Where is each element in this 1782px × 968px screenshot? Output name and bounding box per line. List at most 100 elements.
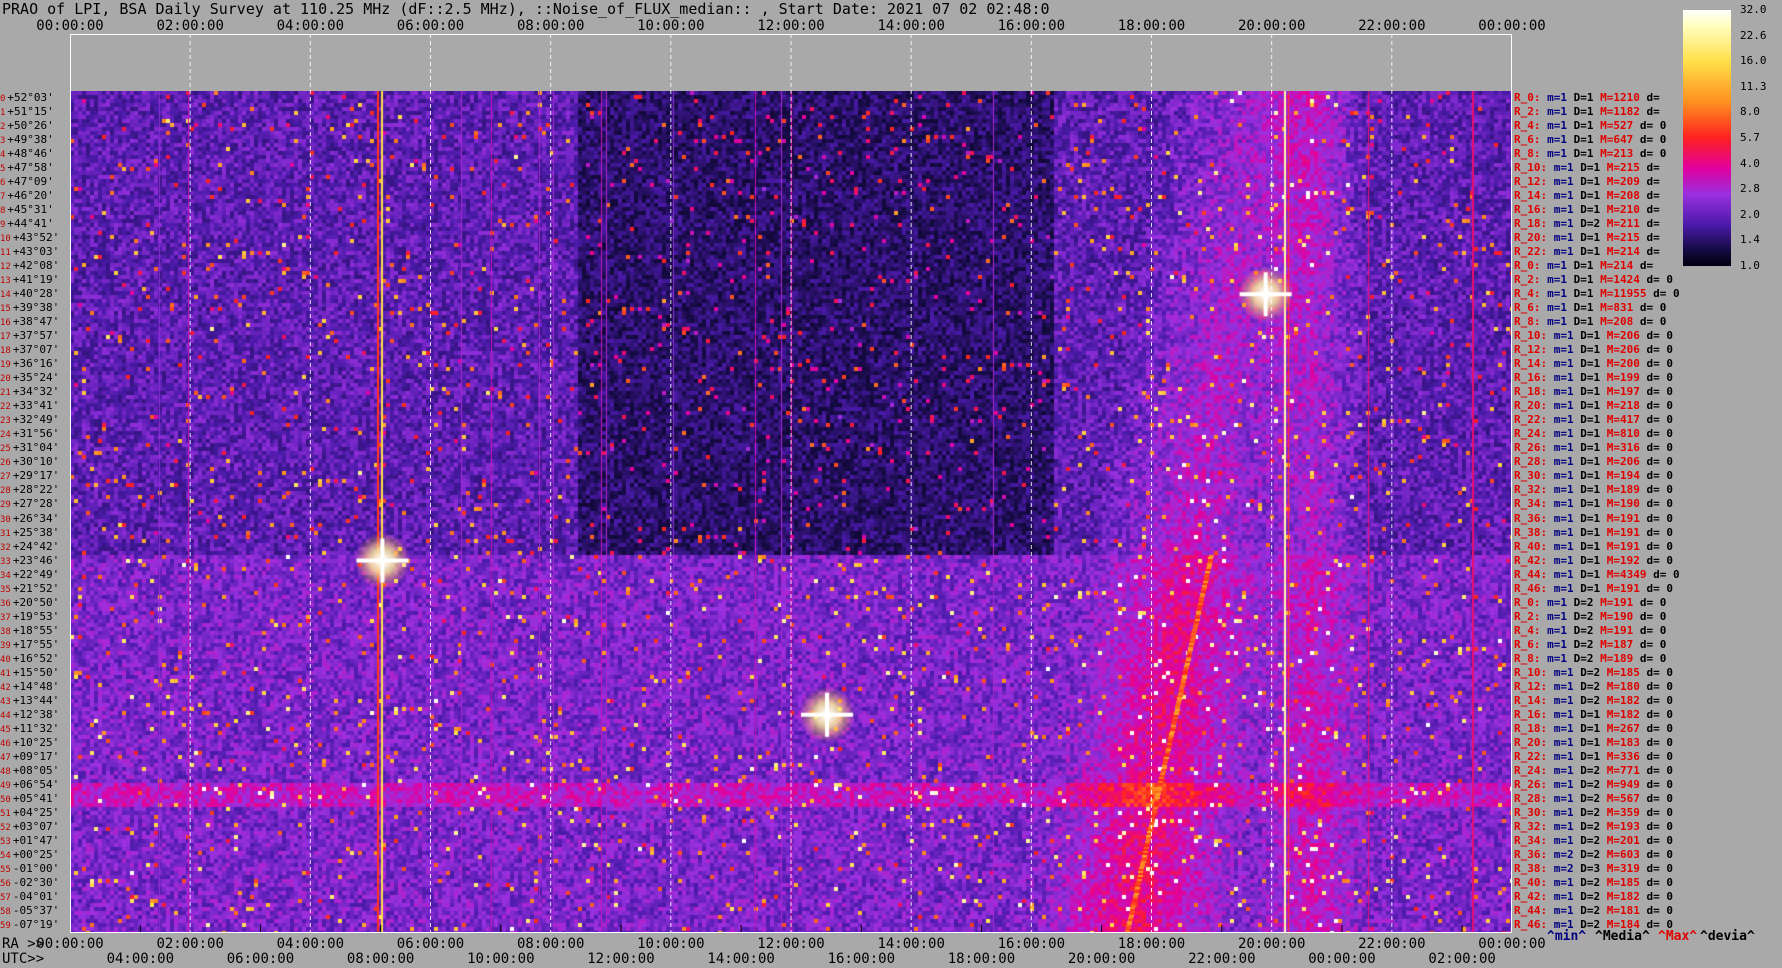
row-index: 24 (0, 430, 11, 441)
row-stat-dev: d= (1646, 231, 1660, 245)
row-index: 58 (0, 906, 11, 917)
ra-axis-tick: 12:00:00 (757, 936, 825, 952)
row-index: 33 (0, 556, 11, 567)
declination-value: +52°03' (7, 91, 54, 104)
row-stat-M: M=1182 (1600, 105, 1640, 119)
row-stat-r: R_6: (1514, 637, 1541, 651)
row-stat-M: M=190 (1606, 497, 1640, 511)
row-stat-r: R_38: (1514, 525, 1548, 539)
declination-label: 51 +04°25' (0, 806, 59, 821)
legend-median: ^Media^ (1595, 929, 1650, 944)
declination-value: +48°46' (7, 147, 54, 161)
row-stat-d: D=2 (1580, 217, 1601, 231)
row-stat-m: m=1 (1553, 441, 1574, 455)
declination-value: +44°41' (7, 217, 54, 231)
row-stat-label: R_14: m=1 D=1 M=200 d= 0 (1514, 357, 1673, 370)
row-index: 39 (0, 640, 11, 651)
row-stat-m: m=1 (1553, 189, 1574, 203)
row-stat-r: R_20: (1514, 399, 1548, 413)
row-stat-M: M=206 (1606, 343, 1640, 357)
row-stat-label: R_8: m=1 D=2 M=189 d= 0 (1514, 652, 1666, 665)
declination-value: +11°32' (12, 721, 60, 735)
row-stat-r: R_42: (1514, 889, 1548, 903)
declination-label: 43 +13°44' (0, 694, 59, 709)
row-index: 22 (0, 402, 11, 413)
row-index: 46 (0, 738, 11, 749)
row-stat-m: m=1 (1547, 105, 1567, 119)
declination-label: 46 +10°25' (0, 736, 59, 751)
row-stat-M: M=199 (1606, 371, 1640, 385)
row-index: 45 (0, 724, 11, 735)
declination-label: 7 +46°20' (0, 189, 54, 204)
row-stat-M: M=197 (1606, 385, 1640, 399)
row-index: 32 (0, 542, 11, 553)
row-stat-d: D=2 (1580, 777, 1601, 791)
row-stat-dev: d= 0 (1646, 763, 1674, 777)
declination-label: 18 +37°07' (0, 343, 59, 358)
row-index: 37 (0, 612, 11, 623)
row-stat-r: R_16: (1514, 371, 1548, 385)
ra-axis-tick: 00:00:00 (1478, 936, 1546, 952)
row-stat-label: R_36: m=2 D=2 M=603 d= 0 (1514, 848, 1673, 861)
row-stat-dev: d= 0 (1646, 497, 1674, 511)
row-stat-r: R_40: (1514, 539, 1548, 553)
declination-label: 12 +42°08' (0, 259, 59, 274)
row-stat-label: R_32: m=1 D=2 M=193 d= 0 (1514, 820, 1673, 833)
row-stat-m: m=1 (1553, 385, 1574, 399)
row-stat-label: R_16: m=1 D=1 M=210 d= (1514, 203, 1660, 216)
declination-value: -04°01' (12, 889, 60, 903)
row-stat-m: m=1 (1553, 791, 1574, 805)
row-stat-m: m=1 (1553, 763, 1574, 777)
row-stat-label: R_20: m=1 D=1 M=215 d= (1514, 231, 1660, 244)
row-stat-label: R_34: m=1 D=1 M=190 d= 0 (1514, 497, 1673, 510)
row-stat-r: R_38: (1514, 861, 1548, 875)
row-stat-dev: d= 0 (1646, 427, 1674, 441)
row-stat-dev: d= 0 (1646, 441, 1674, 455)
row-stat-m: m=1 (1547, 91, 1567, 104)
row-stat-d: D=1 (1580, 735, 1601, 749)
row-stat-dev: d= 0 (1639, 637, 1667, 651)
row-stat-d: D=1 (1573, 91, 1594, 104)
declination-label: 54 +00°25' (0, 848, 59, 863)
row-stat-M: M=218 (1606, 399, 1640, 413)
declination-label: 22 +33°41' (0, 399, 59, 414)
declination-label: 59 -07°19' (0, 918, 59, 933)
row-stat-dev: d= (1646, 245, 1660, 259)
declination-value: +36°16' (12, 357, 60, 371)
row-stat-d: D=1 (1580, 567, 1601, 581)
declination-label: 42 +14°48' (0, 680, 59, 695)
row-stat-M: M=193 (1606, 819, 1640, 833)
row-stat-dev: d= 0 (1646, 749, 1674, 763)
row-stat-r: R_18: (1514, 385, 1548, 399)
ra-axis-tick: 08:00:00 (516, 936, 585, 952)
row-stat-dev: d= 0 (1646, 581, 1674, 595)
row-stat-M: M=187 (1600, 637, 1634, 651)
row-stat-d: D=2 (1580, 889, 1601, 903)
row-stat-label: R_28: m=1 D=1 M=206 d= 0 (1514, 455, 1673, 468)
row-stat-M: M=359 (1606, 805, 1640, 819)
row-stat-r: R_24: (1514, 427, 1548, 441)
row-stat-d: D=1 (1580, 749, 1601, 763)
row-stat-label: R_20: m=1 D=1 M=183 d= 0 (1514, 736, 1673, 749)
declination-value: +41°19' (12, 273, 60, 287)
row-index: 13 (0, 276, 11, 287)
row-index: 15 (0, 304, 11, 315)
declination-value: -07°19' (12, 917, 60, 931)
row-index: 29 (0, 500, 11, 511)
row-stat-d: D=2 (1580, 791, 1601, 805)
declination-label: 13 +41°19' (0, 273, 59, 288)
row-index: 18 (0, 346, 11, 357)
row-stat-r: R_8: (1514, 315, 1541, 329)
plot-overlay (70, 34, 1512, 933)
row-stat-r: R_20: (1514, 231, 1548, 245)
row-stat-label: R_36: m=1 D=1 M=191 d= 0 (1514, 512, 1673, 525)
ra-axis-tick: 18:00:00 (1117, 936, 1186, 952)
row-index: 51 (0, 808, 11, 819)
ra-axis-tick: 20:00:00 (1237, 936, 1306, 952)
row-stat-d: D=2 (1580, 665, 1601, 679)
utc-axis-tick: 16:00:00 (827, 951, 896, 967)
row-stat-r: R_42: (1514, 553, 1548, 567)
row-stat-M: M=183 (1606, 735, 1640, 749)
row-stat-dev: d= 0 (1646, 399, 1674, 413)
row-index: 44 (0, 710, 11, 721)
